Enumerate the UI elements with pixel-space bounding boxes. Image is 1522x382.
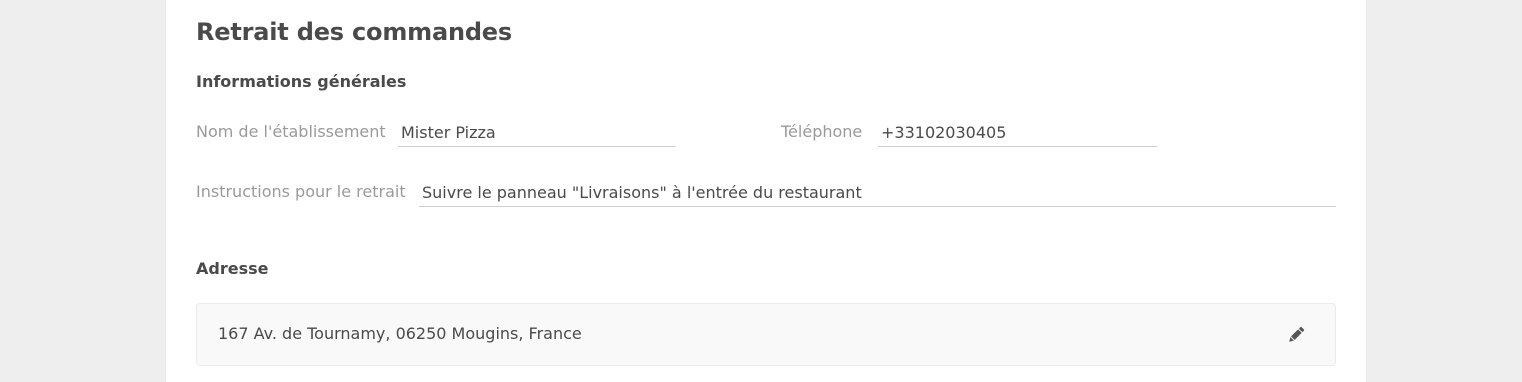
page-title: Retrait des commandes [196,18,512,46]
phone-input[interactable] [878,123,1157,147]
establishment-name-input[interactable] [398,123,676,147]
edit-address-button[interactable] [1285,324,1307,346]
establishment-name-label: Nom de l'établissement [196,122,386,141]
address-box: 167 Av. de Tournamy, 06250 Mougins, Fran… [196,303,1336,366]
address-text: 167 Av. de Tournamy, 06250 Mougins, Fran… [218,324,582,343]
pickup-instructions-input[interactable] [419,183,1336,207]
phone-label: Téléphone [781,122,863,141]
general-info-title: Informations générales [196,72,407,91]
address-title: Adresse [196,259,269,278]
pickup-instructions-label: Instructions pour le retrait [196,182,406,201]
pickup-settings-card: Retrait des commandes Informations génér… [166,0,1366,382]
pencil-icon [1285,326,1307,349]
